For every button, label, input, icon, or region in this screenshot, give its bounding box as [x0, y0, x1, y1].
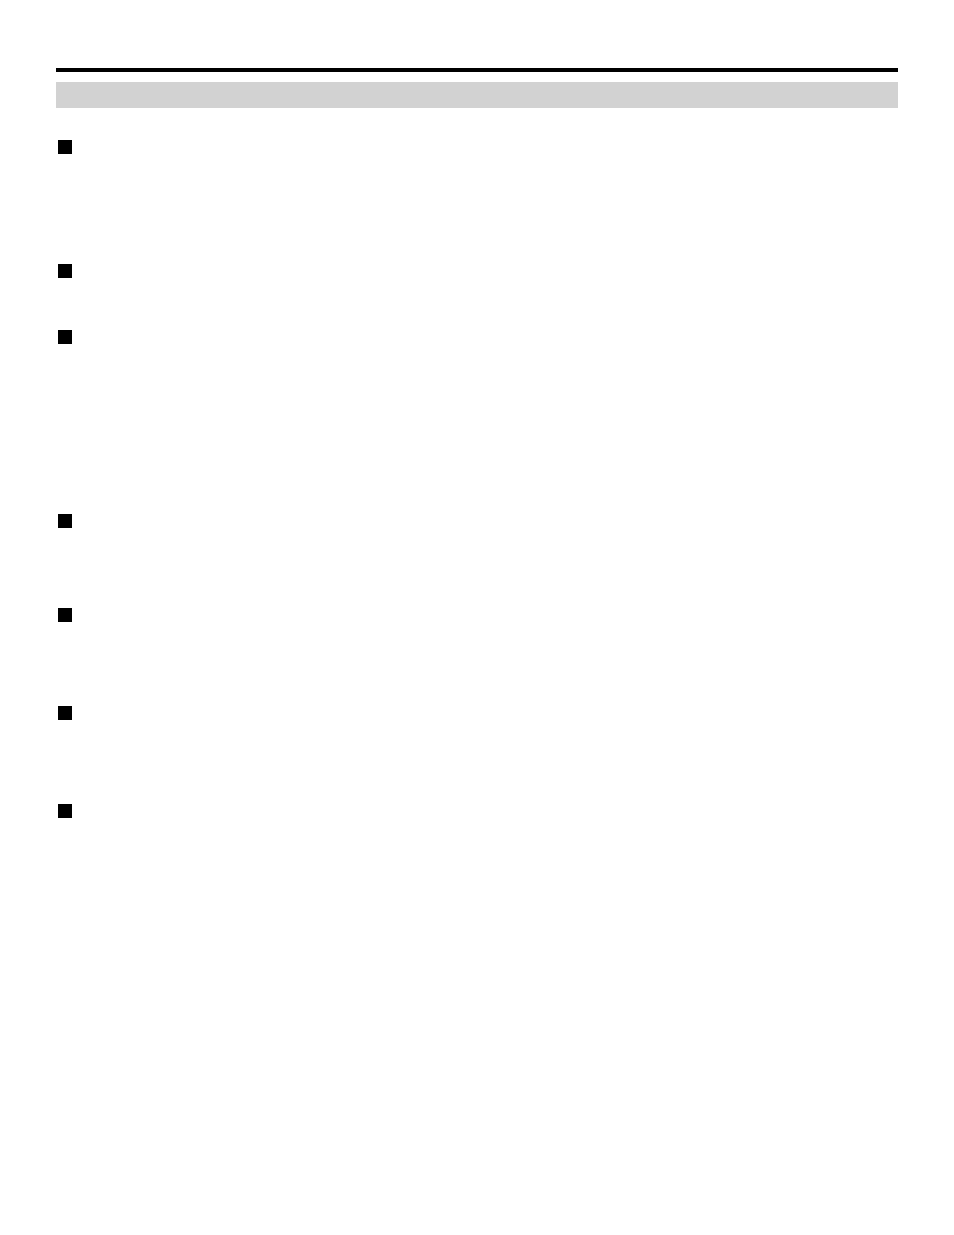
item-spacer: [92, 604, 898, 668]
list-item: [56, 702, 898, 766]
item-spacer: [92, 510, 898, 570]
list-item: [56, 800, 898, 814]
item-spacer: [92, 136, 898, 226]
list-item: [56, 136, 898, 226]
list-item: [56, 326, 898, 476]
item-spacer: [92, 260, 898, 292]
list-item: [56, 604, 898, 668]
item-spacer: [92, 800, 898, 814]
header-band: [56, 82, 898, 108]
document-page: [0, 0, 954, 1235]
list-item: [56, 260, 898, 292]
top-rule: [56, 68, 898, 72]
item-spacer: [92, 326, 898, 476]
list-item: [56, 510, 898, 570]
item-spacer: [92, 702, 898, 766]
bullet-list: [56, 136, 898, 814]
